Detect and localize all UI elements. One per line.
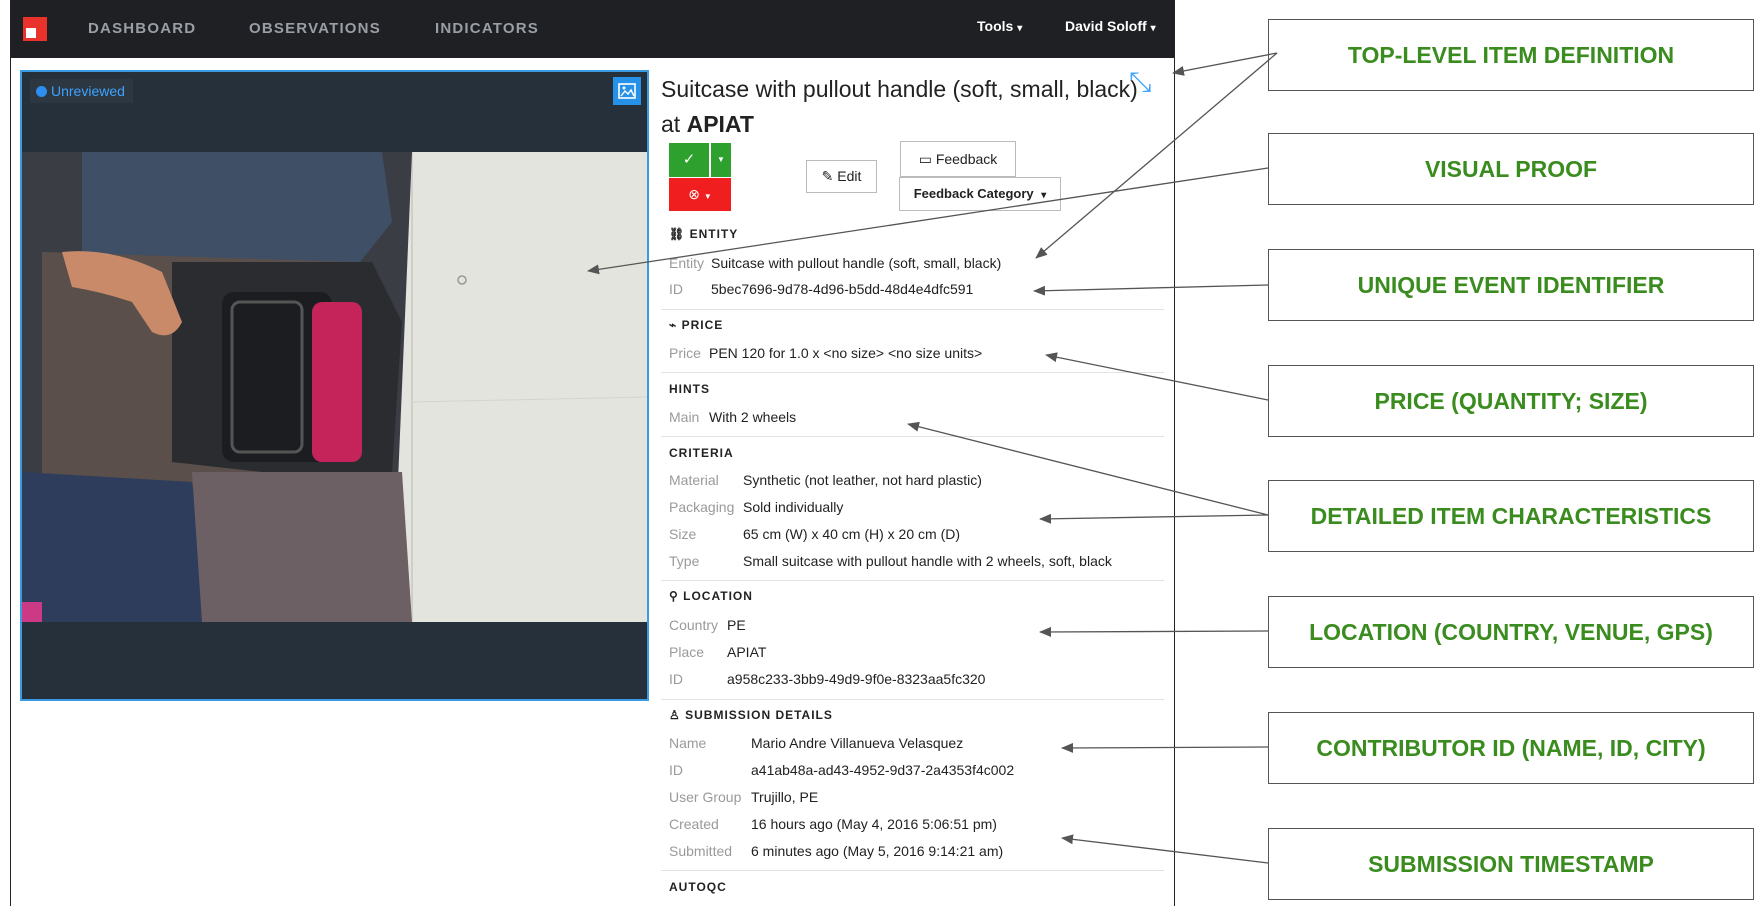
arrow (1033, 284, 1269, 296)
annotation-arrows (587, 52, 1278, 864)
arrow (1039, 626, 1269, 637)
arrow (1172, 52, 1278, 76)
arrow (1035, 52, 1278, 259)
arrow (1045, 352, 1269, 401)
arrow (907, 421, 1269, 516)
arrow (1039, 513, 1269, 524)
arrow (1061, 834, 1269, 864)
arrow (1061, 742, 1269, 753)
arrow (587, 167, 1269, 275)
